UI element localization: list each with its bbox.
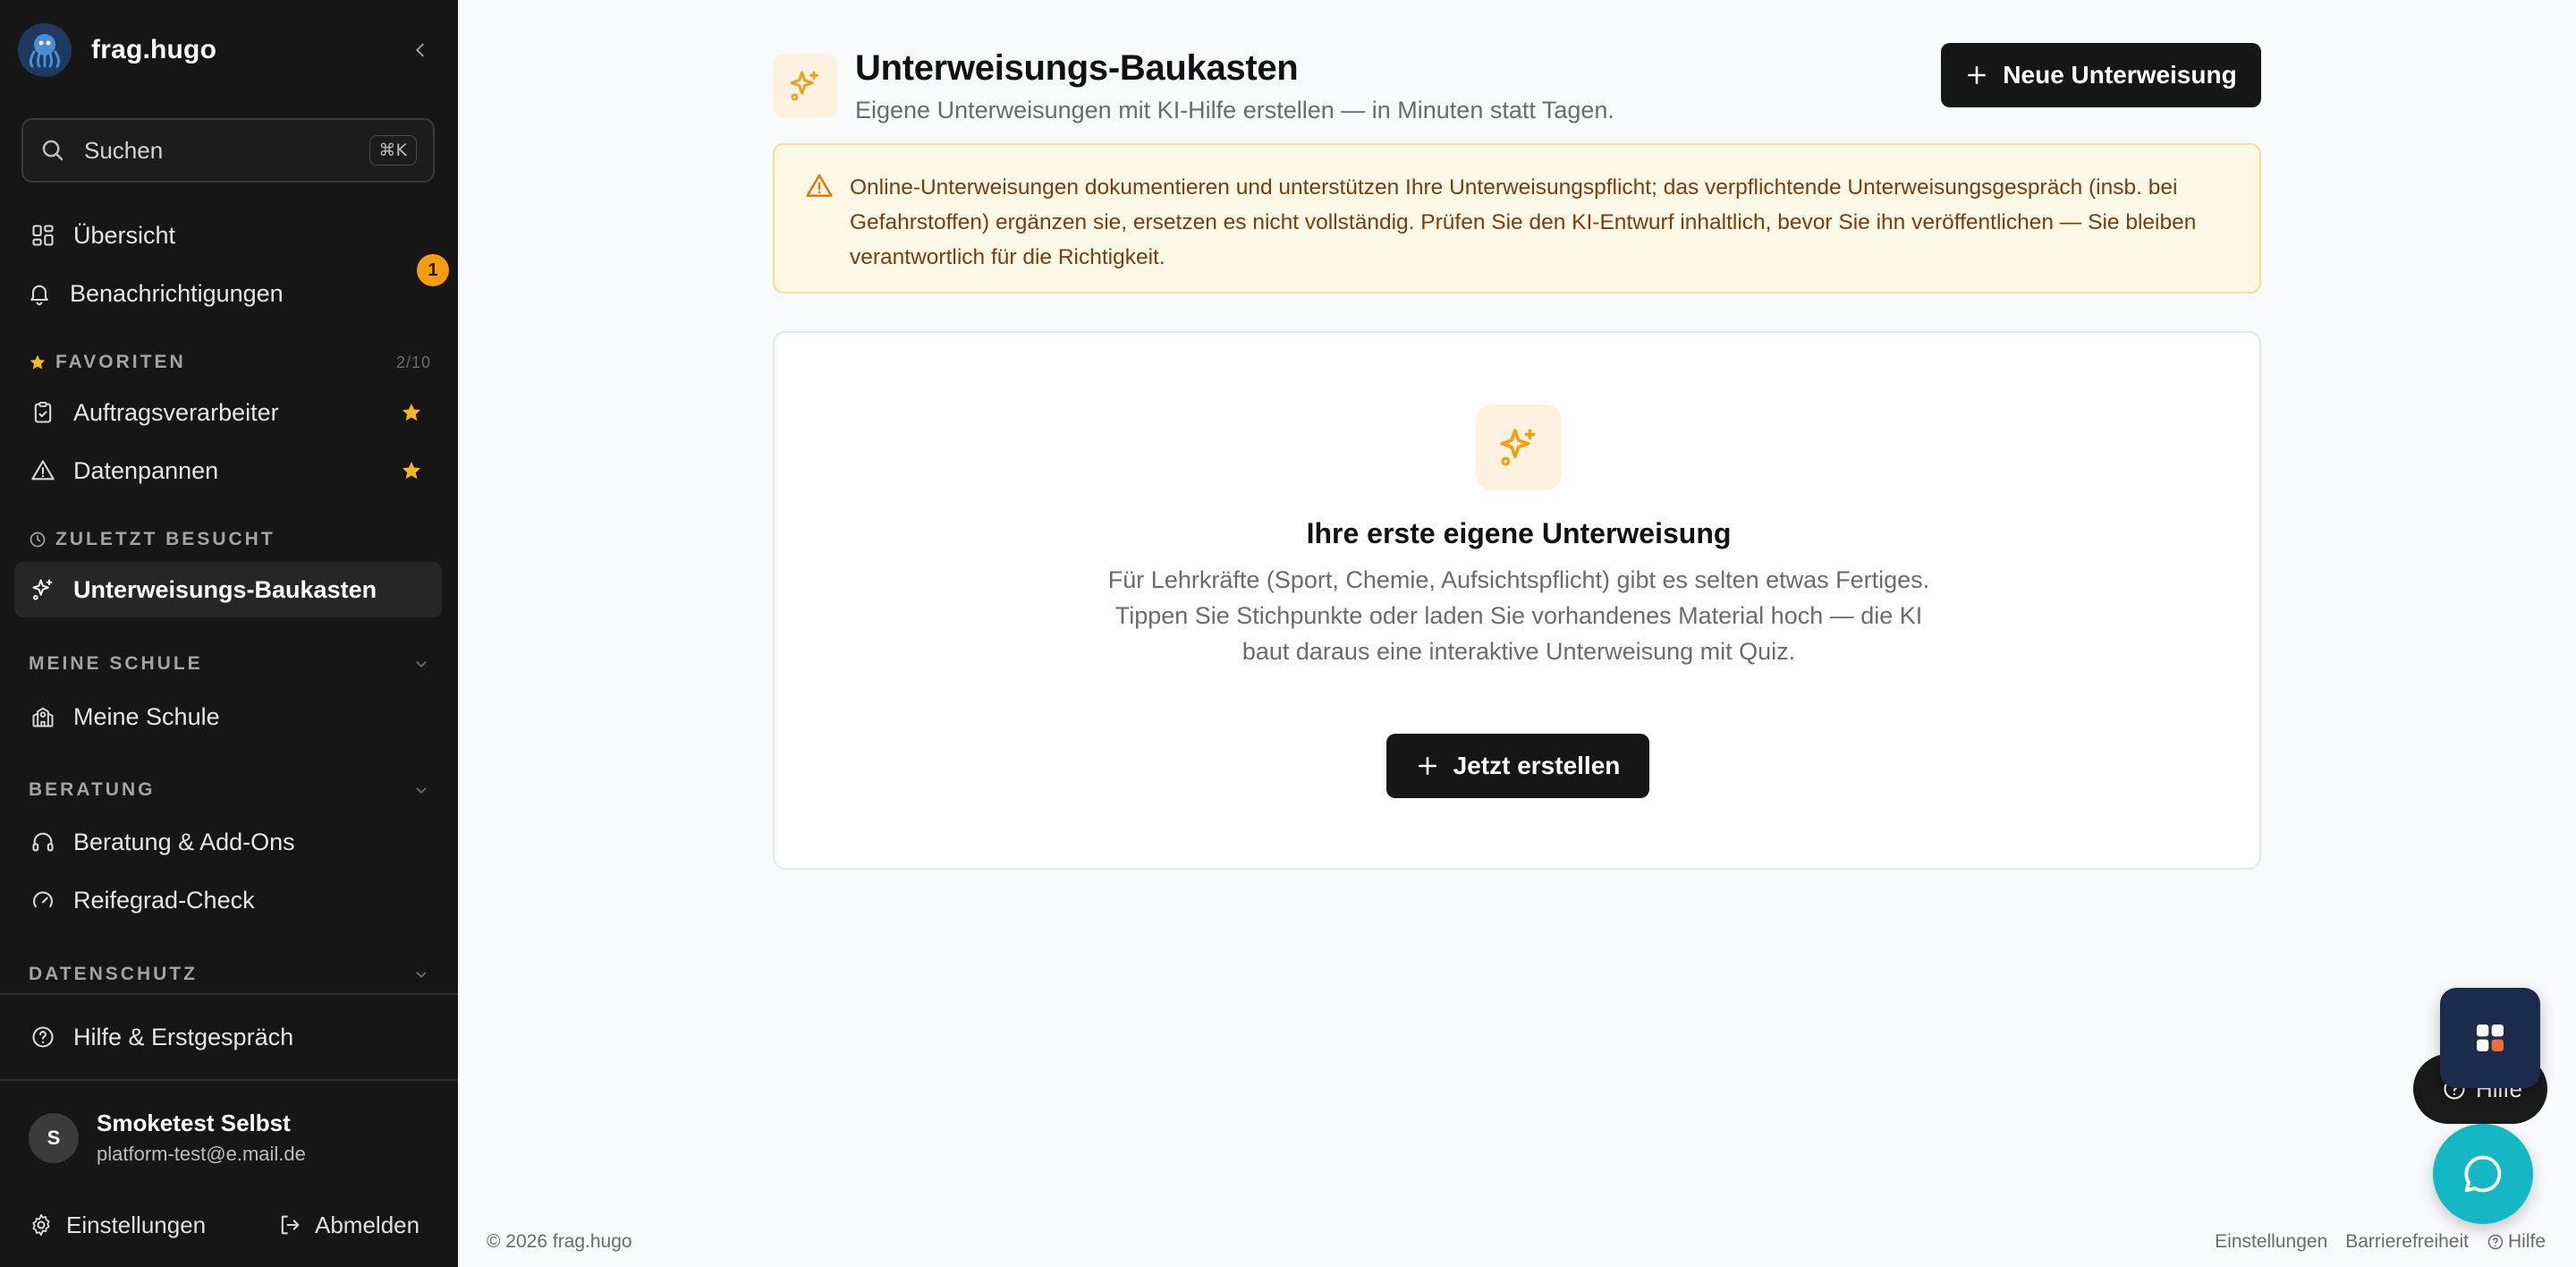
warning-icon	[29, 456, 57, 485]
search-shortcut: ⌘K	[369, 135, 417, 166]
sidebar-item-label: Auftragsverarbeiter	[73, 398, 279, 426]
apps-grid-icon	[2477, 1025, 2504, 1051]
create-now-button[interactable]: Jetzt erstellen	[1386, 734, 1649, 798]
sidebar-item-datenpannen[interactable]: Datenpannen	[14, 443, 442, 498]
sidebar: frag.hugo Suchen ⌘K Übersicht Benachrich…	[0, 0, 458, 1267]
sidebar-item-auftragsverarbeiter[interactable]: Auftragsverarbeiter	[14, 385, 442, 440]
chat-bubble-icon	[2464, 1155, 2502, 1193]
sidebar-item-unterweisungs-baukasten[interactable]: Unterweisungs-Baukasten	[14, 562, 442, 617]
clipboard-icon	[29, 398, 57, 427]
new-unterweisung-button[interactable]: Neue Unterweisung	[1941, 43, 2261, 107]
section-title: DATENSCHUTZ	[29, 964, 198, 984]
section-meine-schule[interactable]: MEINE SCHULE	[29, 651, 431, 677]
sidebar-item-label: Meine Schule	[73, 702, 220, 730]
sidebar-item-notifications[interactable]: Benachrichtigungen	[14, 266, 442, 321]
sidebar-divider	[0, 993, 458, 995]
search-input[interactable]: Suchen ⌘K	[21, 118, 435, 183]
chevron-down-icon	[416, 661, 427, 668]
favorite-star-icon[interactable]	[401, 460, 422, 481]
alert-text: Online-Unterweisungen dokumentieren und …	[850, 175, 2197, 269]
sidebar-item-overview[interactable]: Übersicht	[14, 208, 442, 263]
bell-icon	[25, 279, 54, 308]
section-title: FAVORITEN	[55, 352, 186, 372]
sidebar-item-label: Datenpannen	[73, 456, 219, 484]
footer-help-label: Hilfe	[2507, 1231, 2546, 1252]
sparkles-icon	[773, 54, 837, 118]
grid-icon	[29, 221, 57, 250]
collapse-sidebar-button[interactable]	[406, 36, 435, 64]
user-email: platform-test@e.mail.de	[97, 1143, 306, 1165]
octopus-logo-icon	[18, 23, 72, 77]
section-beratung[interactable]: BERATUNG	[29, 777, 431, 804]
section-title: ZULETZT BESUCHT	[55, 529, 275, 549]
brand-name: frag.hugo	[91, 35, 217, 64]
new-unterweisung-label: Neue Unterweisung	[2003, 61, 2237, 89]
footer-link-accessibility[interactable]: Barrierefreiheit	[2345, 1231, 2469, 1253]
empty-state-card: Ihre erste eigene Unterweisung Für Lehrk…	[773, 331, 2261, 870]
sidebar-item-help[interactable]: Hilfe & Erstgespräch	[14, 1009, 442, 1065]
search-icon	[42, 140, 64, 161]
logout-button[interactable]: Abmelden	[277, 1206, 419, 1244]
apps-launcher-button[interactable]	[2440, 988, 2540, 1088]
sidebar-item-beratung[interactable]: Beratung & Add-Ons	[14, 814, 442, 870]
sidebar-item-label: Hilfe & Erstgespräch	[73, 1023, 294, 1050]
search-placeholder: Suchen	[84, 136, 164, 164]
clock-icon	[29, 531, 47, 548]
create-now-label: Jetzt erstellen	[1453, 752, 1621, 779]
plus-icon	[1968, 66, 1987, 84]
sparkles-icon	[1476, 404, 1562, 490]
help-circle-icon	[29, 1023, 57, 1051]
section-title: MEINE SCHULE	[29, 653, 203, 674]
settings-button[interactable]: Einstellungen	[29, 1206, 206, 1244]
brand[interactable]: frag.hugo	[18, 21, 216, 79]
user-name: Smoketest Selbst	[97, 1110, 291, 1136]
chat-button[interactable]	[2433, 1124, 2533, 1224]
warning-alert: Online-Unterweisungen dokumentieren und …	[773, 143, 2261, 293]
star-icon	[29, 353, 47, 371]
user-profile[interactable]: S Smoketest Selbst platform-test@e.mail.…	[29, 1110, 306, 1166]
settings-label: Einstellungen	[66, 1211, 207, 1238]
favorites-count: 2/10	[395, 353, 431, 371]
footer-link-help[interactable]: Hilfe	[2487, 1231, 2546, 1253]
logout-label: Abmelden	[315, 1211, 420, 1238]
empty-state-text: Für Lehrkräfte (Sport, Chemie, Aufsichts…	[1107, 566, 1930, 665]
footer-link-settings[interactable]: Einstellungen	[2215, 1231, 2327, 1253]
warning-icon	[806, 174, 833, 197]
gauge-icon	[29, 886, 57, 914]
empty-state-title: Ihre erste eigene Unterweisung	[1306, 517, 1732, 549]
section-title: BERATUNG	[29, 779, 156, 800]
gear-icon	[32, 1213, 50, 1237]
page-title: Unterweisungs-Baukasten	[855, 48, 1299, 88]
school-icon	[29, 702, 57, 731]
favorite-star-icon[interactable]	[401, 402, 422, 423]
sidebar-divider	[0, 1079, 458, 1081]
page-subtitle: Eigene Unterweisungen mit KI-Hilfe erste…	[855, 97, 1614, 123]
chevron-down-icon	[416, 787, 427, 795]
footer-links: Einstellungen Barrierefreiheit Hilfe	[2215, 1231, 2546, 1253]
logout-icon	[281, 1215, 300, 1235]
avatar: S	[29, 1112, 79, 1163]
sidebar-item-meine-schule[interactable]: Meine Schule	[14, 689, 442, 744]
notification-badge: 1	[417, 254, 449, 286]
copyright: © 2026 frag.hugo	[487, 1231, 632, 1252]
section-recent: ZULETZT BESUCHT	[29, 526, 431, 553]
plus-icon	[1418, 757, 1436, 775]
sidebar-item-label: Übersicht	[73, 221, 176, 249]
help-circle-icon	[2487, 1234, 2504, 1250]
headphones-icon	[29, 828, 57, 856]
sidebar-item-label: Beratung & Add-Ons	[73, 828, 295, 855]
section-favorites: FAVORITEN 2/10	[29, 349, 431, 376]
chevron-left-icon	[416, 43, 424, 57]
section-datenschutz[interactable]: DATENSCHUTZ	[29, 961, 431, 988]
sparkles-icon	[29, 575, 57, 604]
sidebar-item-label: Reifegrad-Check	[73, 886, 255, 914]
chevron-down-icon	[416, 972, 427, 979]
sidebar-item-label: Benachrichtigungen	[70, 279, 284, 307]
sidebar-item-reifegrad-check[interactable]: Reifegrad-Check	[14, 872, 442, 928]
sidebar-item-label: Unterweisungs-Baukasten	[73, 575, 377, 603]
